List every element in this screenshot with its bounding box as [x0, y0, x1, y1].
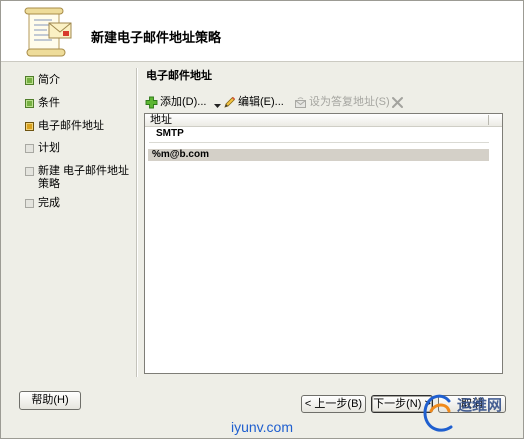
- column-header-address[interactable]: 地址: [145, 114, 488, 126]
- page-title: 新建电子邮件地址策略: [91, 30, 222, 45]
- step-label: 完成: [38, 197, 60, 209]
- add-button[interactable]: 添加(D)...: [145, 95, 209, 110]
- step-schedule: 计划: [21, 142, 133, 155]
- delete-x-icon: [391, 96, 404, 109]
- column-header-label: 地址: [150, 114, 172, 126]
- step-conditions: 条件: [21, 97, 133, 110]
- envelope-reply-icon: [294, 96, 307, 109]
- iyunv-logo-icon: [419, 389, 459, 437]
- email-address-policy-icon: [19, 5, 77, 59]
- plus-icon: [145, 96, 158, 109]
- step-label: 新建 电子邮件地址 策略: [38, 165, 130, 190]
- set-reply-address-label: 设为答复地址(S): [309, 96, 390, 108]
- column-divider[interactable]: [488, 115, 489, 125]
- step-label: 计划: [38, 142, 60, 154]
- step-email-addresses: 电子邮件地址: [21, 120, 133, 133]
- set-reply-address-button[interactable]: 设为答复地址(S): [294, 95, 390, 110]
- pane-divider: [136, 68, 137, 377]
- watermark-brand: 运维网: [457, 397, 503, 414]
- step-status-icon: [25, 76, 34, 85]
- edit-button[interactable]: 编辑(E)...: [223, 95, 291, 110]
- address-list[interactable]: 地址 SMTP %m@b.com: [144, 113, 503, 374]
- dropdown-arrow-icon: [214, 104, 221, 108]
- step-new-policy: 新建 电子邮件地址 策略: [21, 165, 133, 191]
- list-header: 地址: [145, 114, 502, 127]
- watermark-site: iyunv.com: [231, 419, 293, 435]
- step-status-icon: [25, 167, 34, 176]
- step-label: 条件: [38, 97, 60, 109]
- group-header: SMTP: [156, 128, 184, 139]
- step-completion: 完成: [21, 197, 133, 210]
- section-heading: 电子邮件地址: [146, 70, 212, 82]
- add-menu-dropdown[interactable]: [213, 100, 222, 108]
- edit-button-label: 编辑(E)...: [238, 96, 284, 108]
- step-status-icon: [25, 99, 34, 108]
- pencil-icon: [223, 96, 236, 109]
- step-label: 电子邮件地址: [38, 120, 104, 132]
- back-button[interactable]: < 上一步(B): [301, 395, 366, 413]
- remove-button[interactable]: [391, 95, 405, 110]
- list-item[interactable]: %m@b.com: [148, 149, 489, 161]
- help-button[interactable]: 帮助(H): [19, 391, 81, 410]
- group-divider: [149, 142, 489, 143]
- step-introduction: 简介: [21, 74, 133, 87]
- step-status-icon: [25, 122, 34, 131]
- wizard-header: 新建电子邮件地址策略: [1, 1, 523, 62]
- step-status-icon: [25, 199, 34, 208]
- add-button-label: 添加(D)...: [160, 96, 207, 108]
- step-label: 简介: [38, 74, 60, 86]
- step-status-icon: [25, 144, 34, 153]
- wizard-window: 新建电子邮件地址策略 简介 条件 电子邮件地址 计划 新建 电子邮件地址 策略 …: [0, 0, 524, 439]
- address-value: %m@b.com: [152, 149, 209, 160]
